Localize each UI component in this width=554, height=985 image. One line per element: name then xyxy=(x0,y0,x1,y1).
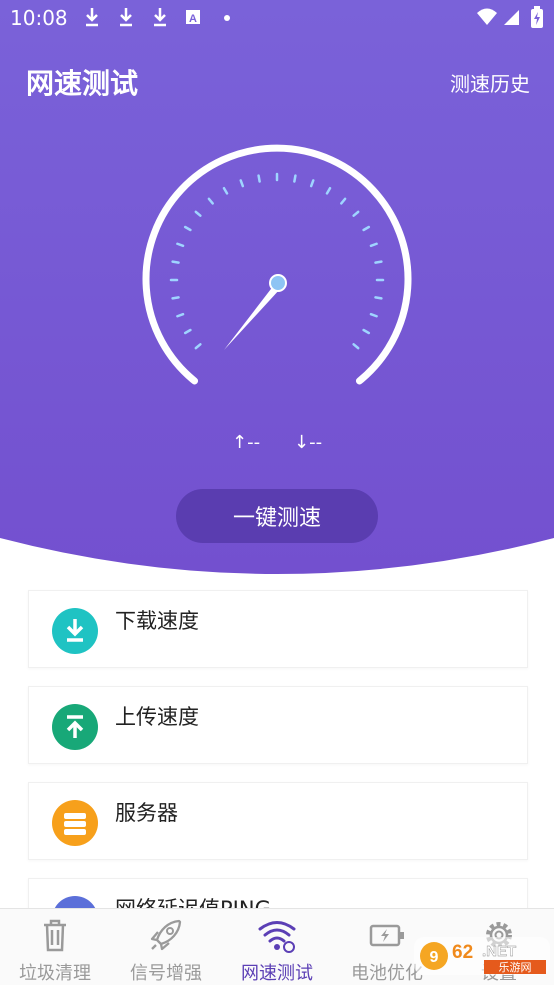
gauge-tick xyxy=(222,186,229,195)
download-icon xyxy=(52,608,98,654)
start-test-button[interactable]: 一键测速 xyxy=(176,489,378,543)
download-notification-icon xyxy=(120,8,132,27)
tab-label: 网速测试 xyxy=(241,963,313,984)
trash-icon xyxy=(44,919,66,952)
gauge-tick xyxy=(309,179,315,188)
gauge-tick xyxy=(374,260,383,264)
gauge-ticks xyxy=(169,172,385,350)
gauge-center xyxy=(269,274,287,292)
status-bar: 10:08 A xyxy=(0,0,554,38)
watermark-logo: 9 62 .NET 乐游网 xyxy=(414,937,550,975)
gauge-tick xyxy=(340,197,347,205)
card-download-speed[interactable]: 下载速度 xyxy=(28,590,528,668)
gauge-tick xyxy=(183,225,192,232)
gauge-tick xyxy=(352,210,360,217)
gauge-tick xyxy=(257,174,261,183)
svg-text:A: A xyxy=(189,13,197,25)
battery-status-icon xyxy=(531,6,543,28)
gauge-tick xyxy=(183,328,192,335)
tab-label: 信号增强 xyxy=(130,963,202,984)
download-notification-icon xyxy=(154,8,166,27)
server-icon xyxy=(52,800,98,846)
svg-text:乐游网: 乐游网 xyxy=(499,961,532,974)
gauge-tick xyxy=(176,312,185,318)
gauge-arc xyxy=(142,144,412,385)
status-time: 10:08 xyxy=(10,6,68,30)
tab-label: 垃圾清理 xyxy=(19,963,91,984)
gauge-tick xyxy=(369,242,378,248)
gauge-tick xyxy=(369,312,378,318)
gauge-tick xyxy=(176,242,185,248)
font-notification-icon: A xyxy=(186,10,200,25)
dot-notification-icon xyxy=(224,15,230,21)
card-label: 下载速度 xyxy=(115,609,199,633)
card-label: 上传速度 xyxy=(115,705,199,729)
download-notification-icon xyxy=(86,8,98,27)
battery-icon xyxy=(369,924,404,947)
gauge-tick xyxy=(293,174,297,183)
gauge-tick xyxy=(352,343,360,350)
gauge-tick xyxy=(362,328,371,335)
speed-gauge xyxy=(142,144,412,385)
gauge-tick xyxy=(239,179,245,188)
svg-text:.NET: .NET xyxy=(482,943,516,960)
gauge-tick xyxy=(194,210,202,217)
gauge-tick xyxy=(171,296,180,300)
gauge-tick xyxy=(325,186,332,195)
hero-header: 10:08 A 网速测试 测速历史 ↑-- ↓-- 一键测速 xyxy=(0,0,554,578)
card-server[interactable]: 服务器 xyxy=(28,782,528,860)
wifi-status-icon xyxy=(477,8,497,25)
wifi-speed-icon xyxy=(258,921,296,953)
rocket-icon xyxy=(150,919,182,951)
svg-text:62: 62 xyxy=(452,942,473,963)
gauge-tick xyxy=(362,225,371,232)
card-label: 服务器 xyxy=(115,801,178,825)
svg-text:9: 9 xyxy=(430,949,439,966)
gauge-needle xyxy=(224,285,280,350)
gauge-tick xyxy=(374,296,383,300)
download-rate: ↓-- xyxy=(294,432,323,453)
signal-status-icon xyxy=(504,10,519,25)
page-title: 网速测试 xyxy=(26,67,139,100)
speed-history-link[interactable]: 测速历史 xyxy=(450,68,530,97)
gauge-tick xyxy=(171,260,180,264)
upload-rate: ↑-- xyxy=(232,432,261,453)
card-upload-speed[interactable]: 上传速度 xyxy=(28,686,528,764)
gauge-tick xyxy=(207,197,214,205)
gauge-tick xyxy=(194,343,202,350)
upload-icon xyxy=(52,704,98,750)
